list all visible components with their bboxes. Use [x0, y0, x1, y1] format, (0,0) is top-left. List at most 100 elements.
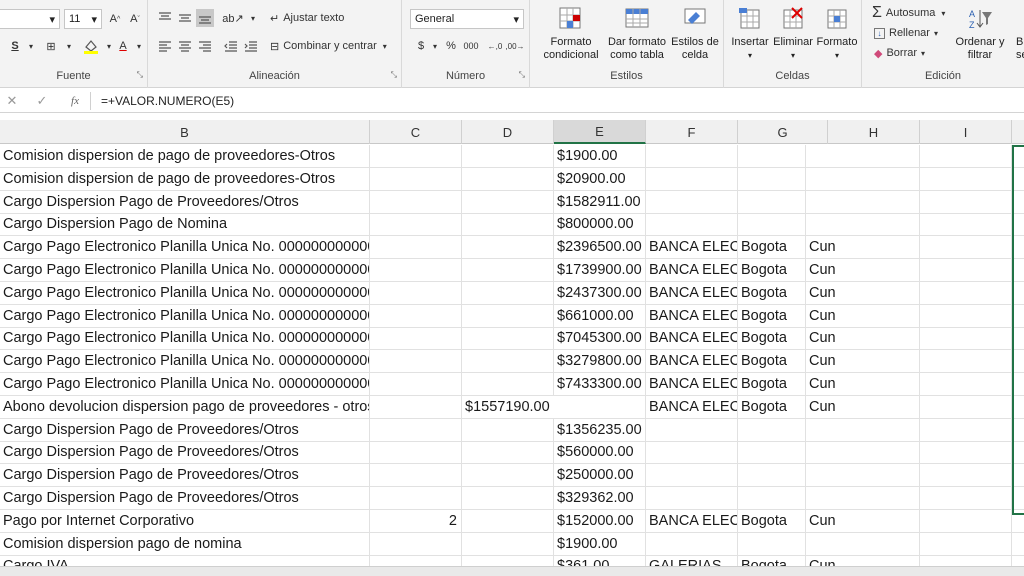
insert-cells-button[interactable]: Insertar ▾	[730, 6, 770, 62]
cell-f[interactable]: BANCA ELECT	[646, 373, 738, 395]
dialog-launcher-icon[interactable]: ⤡	[137, 70, 143, 80]
cell-i[interactable]	[920, 532, 1012, 555]
cell-g[interactable]: Bogota	[738, 259, 806, 281]
autosum-button[interactable]: Σ Autosuma ▾	[872, 4, 945, 21]
cell-b[interactable]: Comision dispersion de pago de proveedor…	[0, 145, 370, 167]
insert-function-icon[interactable]: fx	[60, 95, 90, 107]
align-center-icon[interactable]	[176, 37, 194, 55]
cell-c[interactable]	[370, 304, 462, 327]
column-header-e[interactable]: E	[554, 120, 646, 144]
cell-f[interactable]	[646, 167, 738, 190]
cell-g[interactable]	[738, 532, 806, 555]
sort-filter-button[interactable]: AZ Ordenar y filtrar	[952, 6, 1008, 62]
cell-h[interactable]	[806, 145, 920, 167]
cell-g[interactable]: Bogota	[738, 304, 806, 327]
cell-i[interactable]	[920, 350, 1012, 373]
cell-i[interactable]	[920, 395, 1012, 418]
column-header-c[interactable]: C	[370, 120, 462, 144]
cell-d[interactable]	[462, 213, 554, 236]
borders-icon[interactable]: ⊞	[42, 37, 60, 55]
align-right-icon[interactable]	[196, 37, 214, 55]
cell-b[interactable]: Cargo Dispersion Pago de Proveedores/Otr…	[0, 418, 370, 441]
cell-g[interactable]	[738, 213, 806, 236]
cell-g[interactable]	[738, 418, 806, 441]
cell-h[interactable]	[806, 213, 920, 236]
cell-f[interactable]	[646, 487, 738, 509]
cell-e[interactable]: $7433300.00	[554, 373, 646, 395]
cell-h[interactable]	[806, 487, 920, 509]
decrease-decimal-icon[interactable]: ,00→	[505, 37, 524, 55]
cell-i[interactable]	[920, 487, 1012, 509]
cell-b[interactable]: Pago por Internet Corporativo	[0, 509, 370, 532]
chevron-down-icon[interactable]: ▾	[22, 37, 40, 55]
cell-e[interactable]: $2437300.00	[554, 281, 646, 304]
cell-h[interactable]	[806, 167, 920, 190]
cell-f[interactable]: BANCA ELECT	[646, 395, 738, 418]
column-header-g[interactable]: G	[738, 120, 828, 144]
cell-b[interactable]: Cargo Dispersion Pago de Proveedores/Otr…	[0, 190, 370, 213]
cell-b[interactable]: Cargo Pago Electronico Planilla Unica No…	[0, 304, 370, 327]
cell-b[interactable]: Abono devolucion dispersion pago de prov…	[0, 395, 370, 418]
cell-f[interactable]	[646, 464, 738, 487]
cell-h[interactable]: Cun	[806, 509, 920, 532]
column-header-b[interactable]: B	[0, 120, 370, 144]
number-format-select[interactable]: General ▾	[410, 9, 524, 29]
format-cells-button[interactable]: Formato ▾	[816, 6, 858, 62]
cell-i[interactable]	[920, 327, 1012, 350]
cell-h[interactable]	[806, 190, 920, 213]
column-header-h[interactable]: H	[828, 120, 920, 144]
cell-g[interactable]: Bogota	[738, 395, 806, 418]
cell-f[interactable]: BANCA ELECT	[646, 350, 738, 373]
cell-h[interactable]: Cun	[806, 350, 920, 373]
decrease-indent-icon[interactable]	[222, 37, 240, 55]
cell-f[interactable]: BANCA ELECT	[646, 236, 738, 259]
cell-b[interactable]: Cargo Pago Electronico Planilla Unica No…	[0, 281, 370, 304]
cell-c[interactable]	[370, 213, 462, 236]
cell-f[interactable]	[646, 213, 738, 236]
chevron-down-icon[interactable]: ▾	[60, 37, 78, 55]
cell-e[interactable]: $1356235.00	[554, 418, 646, 441]
formula-input[interactable]: =+VALOR.NUMERO(E5)	[101, 94, 1024, 108]
dialog-launcher-icon[interactable]: ⤡	[391, 70, 397, 80]
cell-f[interactable]: BANCA ELECT	[646, 304, 738, 327]
cell-h[interactable]: Cun	[806, 236, 920, 259]
chevron-down-icon[interactable]: ▾	[244, 9, 262, 27]
cell-d[interactable]	[462, 441, 554, 464]
grow-font-icon[interactable]: A ^	[106, 10, 124, 28]
increase-indent-icon[interactable]	[242, 37, 260, 55]
cell-g[interactable]	[738, 441, 806, 464]
cell-i[interactable]	[920, 464, 1012, 487]
cell-e[interactable]: $250000.00	[554, 464, 646, 487]
cell-styles-button[interactable]: Estilos de celda	[668, 6, 722, 62]
align-middle-icon[interactable]	[176, 9, 194, 27]
merge-center-button[interactable]: ⊟ Combinar y centrar ▾	[270, 37, 387, 55]
cell-i[interactable]	[920, 418, 1012, 441]
cell-e[interactable]: $560000.00	[554, 441, 646, 464]
cell-b[interactable]: Cargo Pago Electronico Planilla Unica No…	[0, 373, 370, 395]
cell-h[interactable]: Cun	[806, 304, 920, 327]
cell-c[interactable]	[370, 350, 462, 373]
cell-d[interactable]	[462, 509, 554, 532]
cell-d[interactable]	[462, 281, 554, 304]
cell-i[interactable]	[920, 145, 1012, 167]
cell-f[interactable]	[646, 145, 738, 167]
cell-g[interactable]	[738, 190, 806, 213]
dialog-launcher-icon[interactable]: ⤡	[519, 70, 525, 80]
cell-c[interactable]	[370, 236, 462, 259]
cell-c[interactable]	[370, 190, 462, 213]
cell-h[interactable]	[806, 441, 920, 464]
cell-h[interactable]	[806, 464, 920, 487]
cell-d[interactable]	[462, 259, 554, 281]
cell-b[interactable]: Cargo Dispersion Pago de Proveedores/Otr…	[0, 441, 370, 464]
cell-e[interactable]: $661000.00	[554, 304, 646, 327]
cell-d[interactable]	[462, 304, 554, 327]
cell-d[interactable]	[462, 487, 554, 509]
chevron-down-icon[interactable]: ▾	[130, 37, 148, 55]
fill-button[interactable]: ↓ Rellenar ▾	[874, 25, 938, 41]
cell-c[interactable]	[370, 281, 462, 304]
cell-h[interactable]: Cun	[806, 395, 920, 418]
thousands-separator-icon[interactable]: 000	[462, 37, 480, 55]
cell-d[interactable]	[462, 327, 554, 350]
cell-f[interactable]: BANCA ELECT	[646, 509, 738, 532]
cell-d[interactable]	[462, 190, 554, 213]
